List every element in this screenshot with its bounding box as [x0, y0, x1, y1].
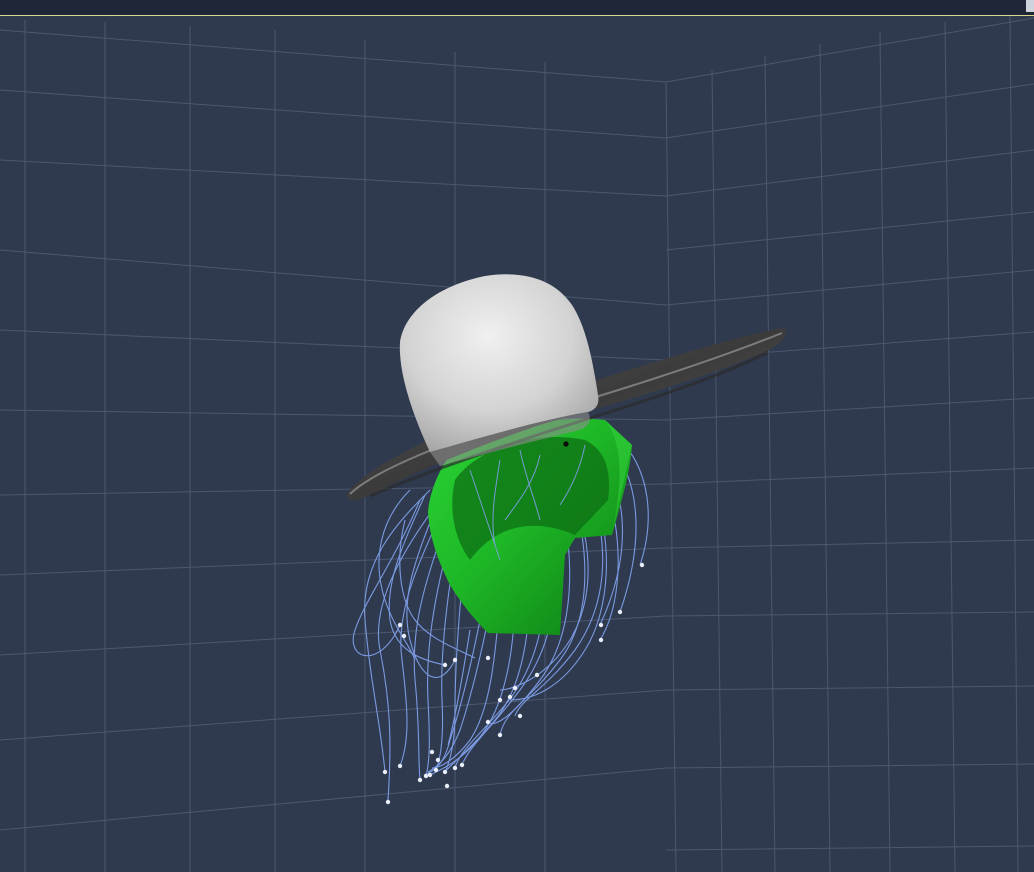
3d-viewport[interactable] [0, 0, 1034, 872]
viewport-canvas[interactable] [0, 0, 1034, 872]
